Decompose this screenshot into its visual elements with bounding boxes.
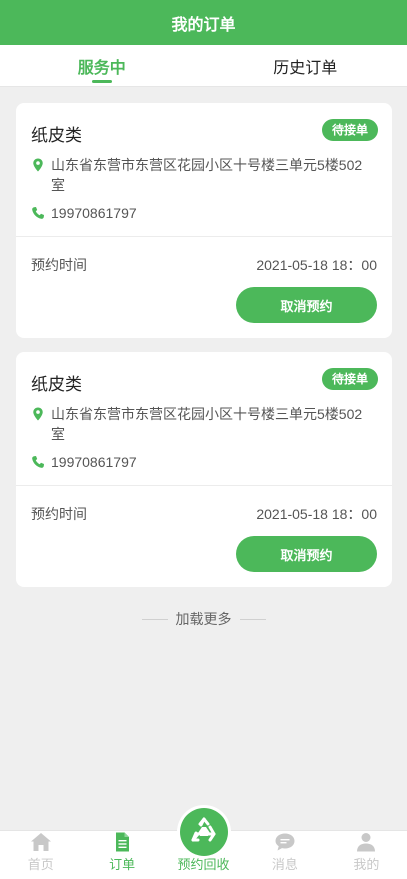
tabbar-label: 订单 [109,857,136,872]
order-tabs: 服务中 历史订单 [0,45,407,87]
divider [16,236,392,237]
appointment-time-value: 2021-05-18 18：00 [256,257,377,273]
location-pin-icon [33,158,43,172]
order-category: 纸皮类 [31,375,82,394]
tabbar-label: 首页 [27,857,54,872]
status-badge: 待接单 [321,368,378,390]
phone-text: 19970861797 [51,454,137,470]
order-card: 纸皮类 待接单 山东省东营市东营区花园小区十号楼三单元5楼502室 199708… [16,103,392,338]
order-icon [116,832,130,852]
recycle-fab[interactable] [176,805,231,859]
order-phone: 19970861797 [31,452,137,472]
load-more-label: 加载更多 [175,611,232,627]
tabbar-label: 消息 [271,857,298,872]
address-text: 山东省东营市东营区花园小区十号楼三单元5楼502室 [51,157,363,193]
tab-history[interactable]: 历史订单 [204,45,407,86]
divider [16,485,392,486]
order-card: 纸皮类 待接单 山东省东营市东营区花园小区十号楼三单元5楼502室 199708… [16,352,392,587]
load-more-line-left [141,618,168,620]
cancel-appointment-button[interactable]: 取消预约 [236,287,377,323]
home-icon [30,833,51,851]
tabbar-item-book-recycle[interactable]: 预约回收 [163,805,244,879]
bottom-tabbar: 首页 订单 预约回收 消息 我的 [0,805,407,879]
load-more[interactable]: 加载更多 [0,609,407,629]
tab-in-service[interactable]: 服务中 [0,45,204,86]
appointment-time-label: 预约时间 [31,506,87,522]
tabbar-item-home[interactable]: 首页 [0,831,81,879]
user-icon [357,833,376,852]
load-more-line-right [239,618,266,620]
phone-icon [32,207,44,219]
tabbar-item-messages[interactable]: 消息 [244,831,325,879]
recycle-icon [191,817,216,842]
address-text: 山东省东营市东营区花园小区十号楼三单元5楼502室 [51,406,363,442]
cancel-appointment-button[interactable]: 取消预约 [236,536,377,572]
page-header: 我的订单 [0,0,407,45]
order-phone: 19970861797 [31,203,137,223]
message-icon [275,833,295,851]
page-title: 我的订单 [171,16,236,34]
appointment-time-value: 2021-05-18 18：00 [256,506,377,522]
phone-icon [32,456,44,468]
tabbar-item-orders[interactable]: 订单 [81,831,162,879]
tabbar-item-profile[interactable]: 我的 [326,831,407,879]
tabbar-label: 我的 [353,857,380,872]
appointment-time-label: 预约时间 [31,257,87,273]
order-address: 山东省东营市东营区花园小区十号楼三单元5楼502室 [31,155,376,195]
phone-text: 19970861797 [51,205,137,221]
status-badge: 待接单 [321,119,378,141]
order-address: 山东省东营市东营区花园小区十号楼三单元5楼502室 [31,404,376,444]
order-category: 纸皮类 [31,126,82,145]
location-pin-icon [33,407,43,421]
